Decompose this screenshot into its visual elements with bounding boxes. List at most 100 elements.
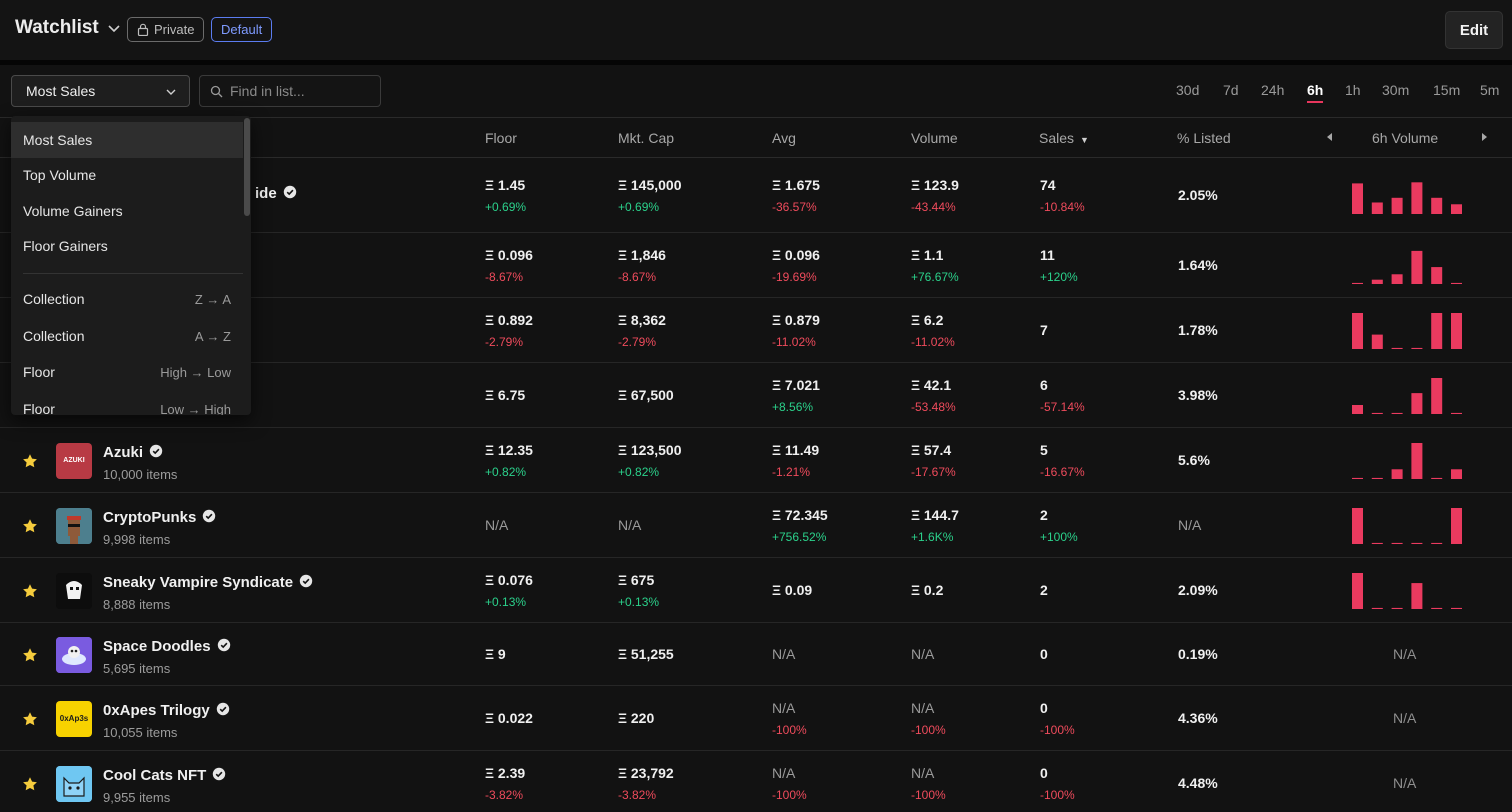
sales-change: -57.14% [1040, 399, 1085, 414]
edit-button[interactable]: Edit [1445, 11, 1503, 49]
sort-select[interactable]: Most Sales [11, 75, 190, 107]
tab-6h[interactable]: 6h [1307, 82, 1324, 103]
avg-change: -36.57% [772, 199, 817, 214]
tab-30m[interactable]: 30m [1382, 82, 1409, 98]
avg-value: Ξ 7.021 [772, 376, 820, 393]
sales-change: +120% [1040, 269, 1078, 284]
table-row[interactable]: CryptoPunks 9,998 items N/A N/A Ξ 72.345 +756… [0, 493, 1512, 558]
collection-name[interactable]: Space Doodles [103, 638, 231, 656]
favorite-star-icon[interactable] [22, 583, 38, 599]
favorite-star-icon[interactable] [22, 776, 38, 792]
col-listed[interactable]: % Listed [1177, 130, 1231, 146]
floor-value: N/A [485, 516, 509, 533]
sort-option-floor-high-low[interactable]: Floor High → Low [11, 354, 243, 390]
watchlist-selector[interactable]: Watchlist [15, 17, 121, 39]
sort-option-collection-za[interactable]: Collection Z → A [11, 281, 243, 317]
col-volume[interactable]: Volume [911, 130, 958, 146]
sort-option-top-volume[interactable]: Top Volume [11, 157, 243, 193]
collection-avatar: 0xAp3s [56, 700, 92, 737]
table-row[interactable]: AZUKI Azuki 10,000 items Ξ 12.35 +0.82% Ξ 123… [0, 428, 1512, 493]
avg-change: -19.69% [772, 269, 817, 284]
col-sales[interactable]: Sales ▼ [1039, 130, 1089, 146]
table-row[interactable]: Sneaky Vampire Syndicate 8,888 items Ξ 0.0… [0, 558, 1512, 623]
sort-option-volume-gainers[interactable]: Volume Gainers [11, 193, 243, 229]
sort-option-label: Volume Gainers [23, 203, 123, 219]
table-row[interactable]: Cool Cats NFT 9,955 items Ξ 2.39 -3.82% Ξ 23… [0, 751, 1512, 812]
collection-name-text: 0xApes Trilogy [103, 702, 210, 719]
volume-bar [1391, 468, 1403, 479]
volume-bar [1391, 607, 1403, 609]
verified-check-icon [149, 444, 163, 462]
mktcap-change: -2.79% [618, 334, 657, 349]
col-floor[interactable]: Floor [485, 130, 517, 146]
volume-change: -100% [911, 722, 946, 737]
private-badge[interactable]: Private [127, 17, 205, 42]
col-avg[interactable]: Avg [772, 130, 796, 146]
collection-name[interactable]: ide [255, 185, 297, 203]
mktcap-change: +0.82% [618, 464, 660, 479]
tab-7d[interactable]: 7d [1223, 82, 1239, 98]
mktcap-value: Ξ 123,500 [618, 441, 682, 458]
mktcap-change: -3.82% [618, 787, 657, 802]
favorite-star-icon[interactable] [22, 518, 38, 534]
chevron-down-icon [166, 89, 176, 95]
tab-30d[interactable]: 30d [1176, 82, 1199, 98]
collection-name[interactable]: Cool Cats NFT [103, 767, 226, 785]
tab-15m[interactable]: 15m [1433, 82, 1460, 98]
listed-value: 4.48% [1178, 774, 1218, 791]
chart-prev-arrow-icon[interactable] [1327, 133, 1332, 141]
avg-value: N/A [772, 699, 796, 716]
edit-label: Edit [1459, 21, 1489, 39]
favorite-star-icon[interactable] [22, 453, 38, 469]
collection-name[interactable]: Azuki [103, 444, 163, 462]
col-mktcap[interactable]: Mkt. Cap [618, 130, 674, 146]
volume-bar [1411, 347, 1423, 349]
verified-check-icon [283, 185, 297, 203]
volume-bar [1352, 182, 1363, 214]
table-row[interactable]: 0xAp3s 0xApes Trilogy 10,055 items Ξ 0.022 Ξ… [0, 686, 1512, 751]
volume-bar [1391, 197, 1403, 214]
sales-change: -100% [1040, 787, 1075, 802]
collection-name[interactable]: Sneaky Vampire Syndicate [103, 574, 313, 592]
collection-avatar [56, 765, 92, 802]
volume-sparkline [1352, 181, 1462, 214]
sort-option-most-sales[interactable]: Most Sales [11, 122, 243, 158]
search-input[interactable] [230, 83, 370, 99]
tab-24h[interactable]: 24h [1261, 82, 1284, 98]
volume-bar [1431, 197, 1443, 214]
sort-selected-label: Most Sales [26, 83, 96, 99]
favorite-star-icon[interactable] [22, 647, 38, 663]
volume-sparkline [1352, 250, 1462, 284]
sort-option-collection-az[interactable]: Collection A → Z [11, 318, 243, 354]
volume-value: N/A [911, 645, 935, 662]
volume-bar [1431, 266, 1443, 284]
sales-value: 2 [1040, 581, 1048, 598]
floor-change: -3.82% [485, 787, 524, 802]
volume-bar [1352, 404, 1363, 414]
sort-option-label: Most Sales [23, 132, 93, 148]
tab-5m[interactable]: 5m [1480, 82, 1499, 98]
listed-value: 1.64% [1178, 256, 1218, 273]
floor-value: Ξ 12.35 [485, 441, 533, 458]
volume-sparkline [1352, 572, 1462, 609]
default-badge[interactable]: Default [211, 17, 273, 42]
collection-item-count: 9,955 items [103, 789, 171, 805]
volume-change: -100% [911, 787, 946, 802]
col-sales-label: Sales [1039, 130, 1075, 146]
chart-next-arrow-icon[interactable] [1482, 133, 1487, 141]
collection-avatar [56, 572, 92, 609]
collection-name[interactable]: CryptoPunks [103, 509, 216, 527]
search-box[interactable] [199, 75, 381, 107]
volume-bar [1411, 442, 1423, 479]
sort-option-label: Floor [23, 364, 55, 380]
floor-value: Ξ 0.892 [485, 311, 533, 328]
table-row[interactable]: Space Doodles 5,695 items Ξ 9 Ξ 51,255 N/A N/… [0, 623, 1512, 686]
tab-1h[interactable]: 1h [1345, 82, 1361, 98]
volume-bar [1431, 607, 1443, 609]
dropdown-scrollbar[interactable] [244, 118, 250, 216]
sort-option-floor-low-high[interactable]: Floor Low → High [11, 391, 243, 415]
collection-name[interactable]: 0xApes Trilogy [103, 702, 230, 720]
sort-option-floor-gainers[interactable]: Floor Gainers [11, 228, 243, 264]
favorite-star-icon[interactable] [22, 711, 38, 727]
volume-value: Ξ 57.4 [911, 441, 952, 458]
